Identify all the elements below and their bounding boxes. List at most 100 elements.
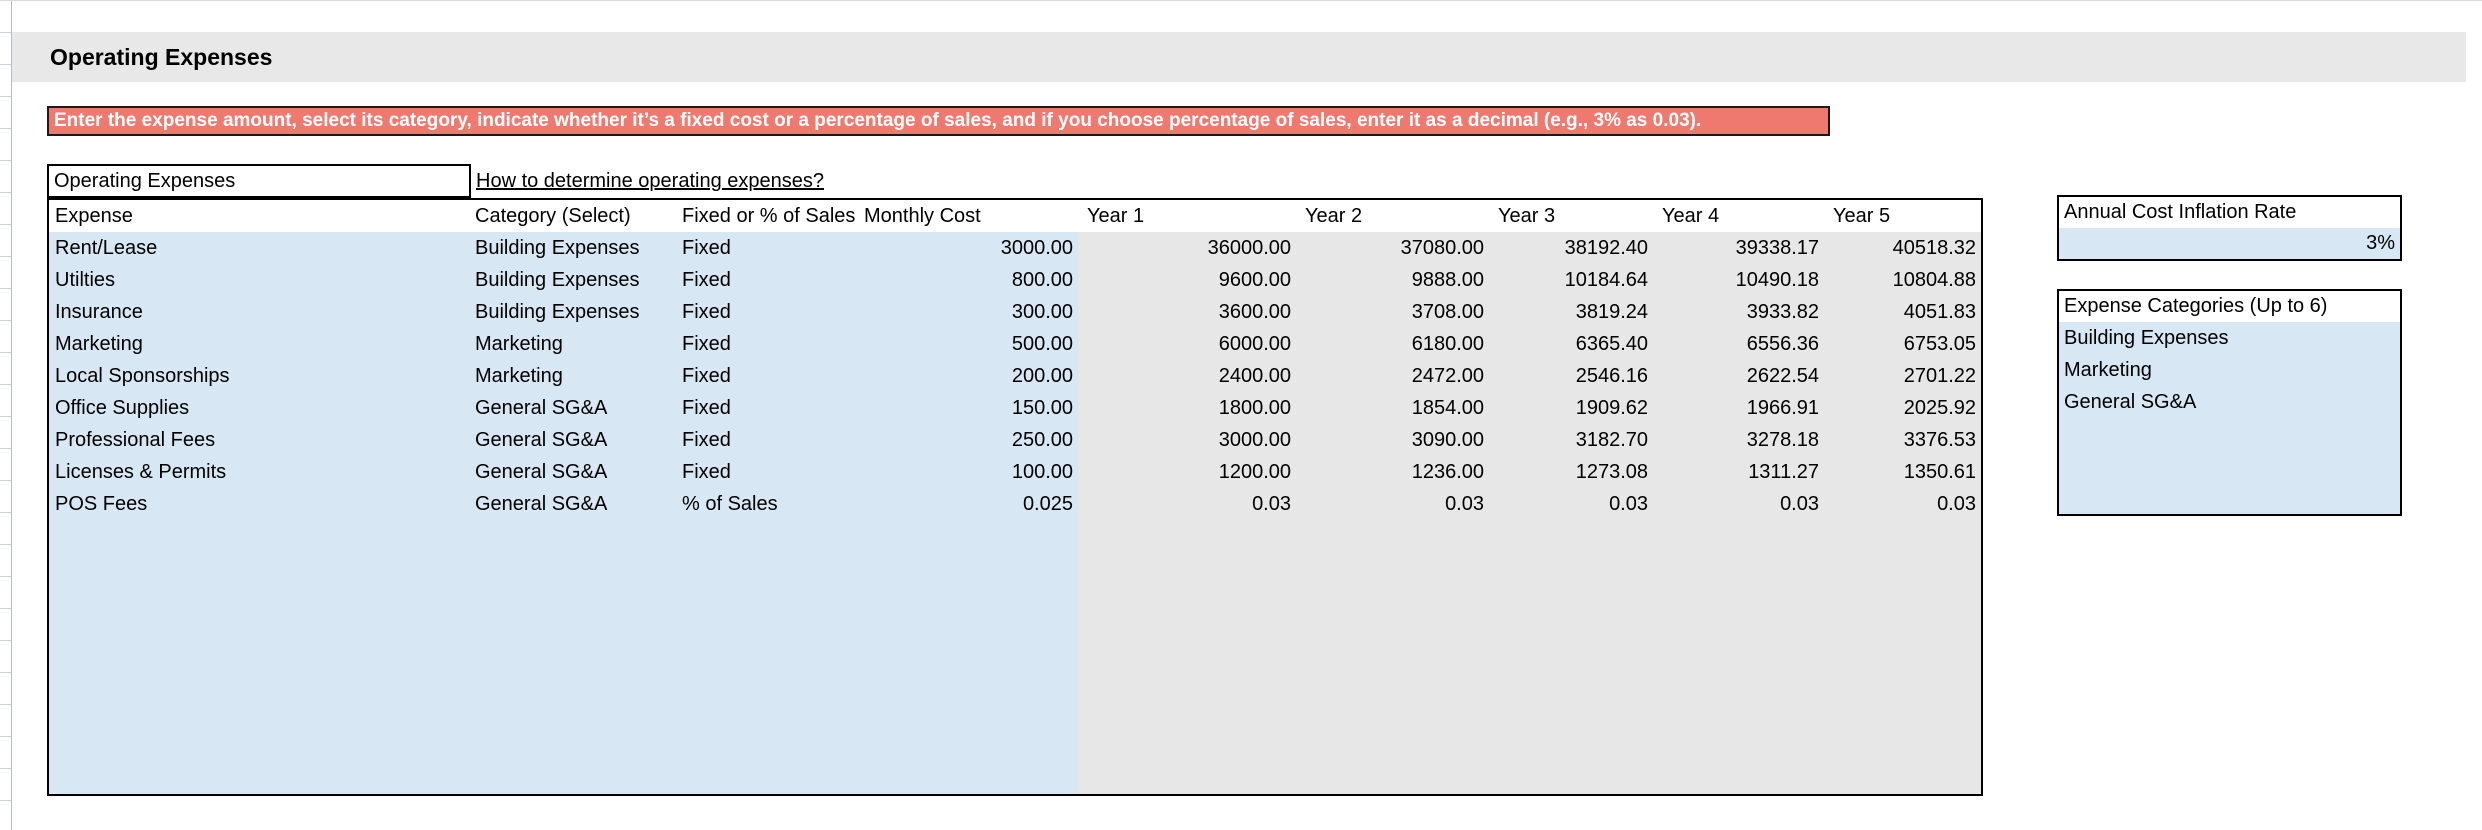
cell-category[interactable]: Building Expenses <box>469 296 676 328</box>
empty-rows-area[interactable] <box>49 520 1981 794</box>
cell-monthly-cost[interactable]: 100.00 <box>858 456 1078 488</box>
cell-year-2[interactable]: 2472.00 <box>1296 360 1489 392</box>
cell-year-5[interactable]: 2701.22 <box>1824 360 1981 392</box>
cell-year-2[interactable]: 3708.00 <box>1296 296 1489 328</box>
cell-year-4[interactable]: 6556.36 <box>1653 328 1824 360</box>
table-label-cell[interactable]: Operating Expenses <box>47 164 471 198</box>
cell-fixed-or-percent[interactable]: Fixed <box>676 296 858 328</box>
cell-monthly-cost[interactable]: 200.00 <box>858 360 1078 392</box>
cell-year-4[interactable]: 39338.17 <box>1653 232 1824 264</box>
categories-list[interactable]: Building Expenses Marketing General SG&A <box>2059 322 2400 514</box>
cell-year-5[interactable]: 2025.92 <box>1824 392 1981 424</box>
cell-expense[interactable]: Utilties <box>49 264 469 296</box>
cell-expense[interactable]: Licenses & Permits <box>49 456 469 488</box>
column-header-year-3[interactable]: Year 3 <box>1489 200 1653 232</box>
cell-year-3[interactable]: 38192.40 <box>1489 232 1653 264</box>
cell-year-2[interactable]: 37080.00 <box>1296 232 1489 264</box>
cell-year-3[interactable]: 1273.08 <box>1489 456 1653 488</box>
cell-year-2[interactable]: 6180.00 <box>1296 328 1489 360</box>
cell-year-1[interactable]: 2400.00 <box>1078 360 1296 392</box>
cell-year-3[interactable]: 6365.40 <box>1489 328 1653 360</box>
table-row: Marketing Marketing Fixed 500.00 6000.00… <box>49 328 1981 360</box>
cell-monthly-cost[interactable]: 150.00 <box>858 392 1078 424</box>
cell-expense[interactable]: Local Sponsorships <box>49 360 469 392</box>
empty-input-cells[interactable] <box>49 520 1078 794</box>
cell-year-4[interactable]: 10490.18 <box>1653 264 1824 296</box>
cell-year-2[interactable]: 9888.00 <box>1296 264 1489 296</box>
category-item[interactable]: Building Expenses <box>2059 322 2400 354</box>
cell-year-1[interactable]: 6000.00 <box>1078 328 1296 360</box>
column-header-fixed-or-percent[interactable]: Fixed or % of Sales ( <box>676 200 858 232</box>
category-item[interactable]: General SG&A <box>2059 386 2400 418</box>
cell-category[interactable]: Marketing <box>469 360 676 392</box>
cell-year-4[interactable]: 3278.18 <box>1653 424 1824 456</box>
cell-monthly-cost[interactable]: 500.00 <box>858 328 1078 360</box>
cell-year-2[interactable]: 1854.00 <box>1296 392 1489 424</box>
cell-expense[interactable]: Professional Fees <box>49 424 469 456</box>
cell-monthly-cost[interactable]: 300.00 <box>858 296 1078 328</box>
help-link[interactable]: How to determine operating expenses? <box>476 164 824 198</box>
cell-year-3[interactable]: 3819.24 <box>1489 296 1653 328</box>
cell-year-1[interactable]: 0.03 <box>1078 488 1296 520</box>
cell-monthly-cost[interactable]: 250.00 <box>858 424 1078 456</box>
cell-category[interactable]: General SG&A <box>469 392 676 424</box>
cell-year-1[interactable]: 3600.00 <box>1078 296 1296 328</box>
cell-year-3[interactable]: 0.03 <box>1489 488 1653 520</box>
cell-fixed-or-percent[interactable]: Fixed <box>676 456 858 488</box>
cell-monthly-cost[interactable]: 3000.00 <box>858 232 1078 264</box>
cell-year-4[interactable]: 2622.54 <box>1653 360 1824 392</box>
cell-year-1[interactable]: 36000.00 <box>1078 232 1296 264</box>
cell-year-5[interactable]: 10804.88 <box>1824 264 1981 296</box>
category-item[interactable]: Marketing <box>2059 354 2400 386</box>
cell-monthly-cost[interactable]: 0.025 <box>858 488 1078 520</box>
cell-expense[interactable]: POS Fees <box>49 488 469 520</box>
cell-year-1[interactable]: 1200.00 <box>1078 456 1296 488</box>
cell-monthly-cost[interactable]: 800.00 <box>858 264 1078 296</box>
cell-year-3[interactable]: 2546.16 <box>1489 360 1653 392</box>
cell-fixed-or-percent[interactable]: % of Sales <box>676 488 858 520</box>
cell-year-1[interactable]: 1800.00 <box>1078 392 1296 424</box>
cell-expense[interactable]: Rent/Lease <box>49 232 469 264</box>
cell-year-4[interactable]: 3933.82 <box>1653 296 1824 328</box>
cell-year-4[interactable]: 1966.91 <box>1653 392 1824 424</box>
cell-category[interactable]: Building Expenses <box>469 264 676 296</box>
cell-year-2[interactable]: 1236.00 <box>1296 456 1489 488</box>
cell-fixed-or-percent[interactable]: Fixed <box>676 264 858 296</box>
cell-fixed-or-percent[interactable]: Fixed <box>676 392 858 424</box>
cell-year-5[interactable]: 4051.83 <box>1824 296 1981 328</box>
column-header-year-1[interactable]: Year 1 <box>1078 200 1296 232</box>
cell-category[interactable]: General SG&A <box>469 488 676 520</box>
cell-category[interactable]: General SG&A <box>469 456 676 488</box>
cell-year-3[interactable]: 10184.64 <box>1489 264 1653 296</box>
inflation-rate-value[interactable]: 3% <box>2059 228 2400 259</box>
cell-year-2[interactable]: 3090.00 <box>1296 424 1489 456</box>
column-header-year-2[interactable]: Year 2 <box>1296 200 1489 232</box>
cell-expense[interactable]: Marketing <box>49 328 469 360</box>
cell-year-5[interactable]: 40518.32 <box>1824 232 1981 264</box>
column-header-category[interactable]: Category (Select) <box>469 200 676 232</box>
column-header-expense[interactable]: Expense <box>49 200 469 232</box>
cell-fixed-or-percent[interactable]: Fixed <box>676 360 858 392</box>
cell-year-3[interactable]: 1909.62 <box>1489 392 1653 424</box>
cell-year-3[interactable]: 3182.70 <box>1489 424 1653 456</box>
cell-expense[interactable]: Insurance <box>49 296 469 328</box>
cell-year-4[interactable]: 0.03 <box>1653 488 1824 520</box>
cell-year-5[interactable]: 0.03 <box>1824 488 1981 520</box>
cell-category[interactable]: Marketing <box>469 328 676 360</box>
cell-year-5[interactable]: 3376.53 <box>1824 424 1981 456</box>
cell-expense[interactable]: Office Supplies <box>49 392 469 424</box>
cell-year-1[interactable]: 3000.00 <box>1078 424 1296 456</box>
cell-category[interactable]: General SG&A <box>469 424 676 456</box>
cell-year-4[interactable]: 1311.27 <box>1653 456 1824 488</box>
cell-fixed-or-percent[interactable]: Fixed <box>676 232 858 264</box>
cell-year-1[interactable]: 9600.00 <box>1078 264 1296 296</box>
column-header-year-5[interactable]: Year 5 <box>1824 200 1981 232</box>
cell-year-5[interactable]: 1350.61 <box>1824 456 1981 488</box>
cell-category[interactable]: Building Expenses <box>469 232 676 264</box>
column-header-monthly-cost[interactable]: Monthly Cost <box>858 200 1078 232</box>
cell-fixed-or-percent[interactable]: Fixed <box>676 328 858 360</box>
cell-fixed-or-percent[interactable]: Fixed <box>676 424 858 456</box>
cell-year-5[interactable]: 6753.05 <box>1824 328 1981 360</box>
column-header-year-4[interactable]: Year 4 <box>1653 200 1824 232</box>
cell-year-2[interactable]: 0.03 <box>1296 488 1489 520</box>
